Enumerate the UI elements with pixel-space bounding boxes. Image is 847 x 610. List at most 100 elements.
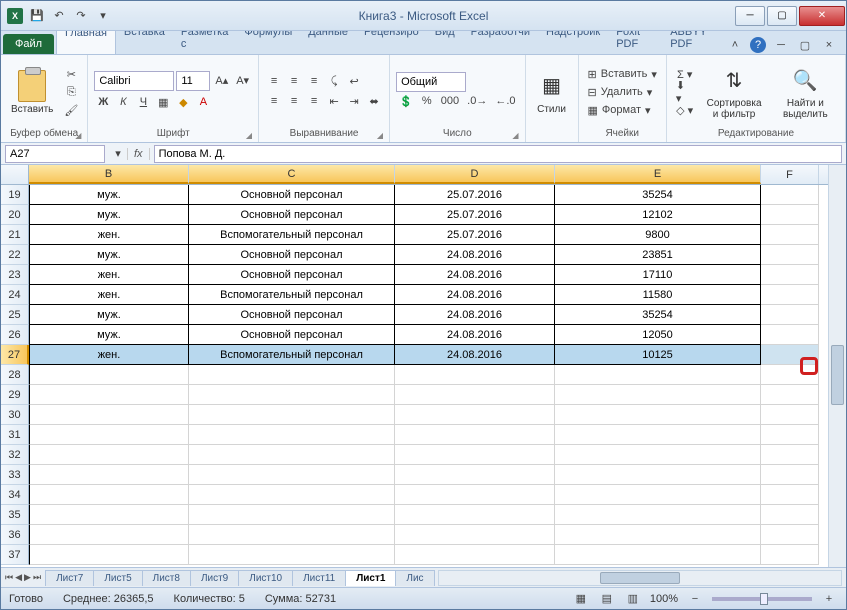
zoom-level[interactable]: 100%	[650, 593, 678, 605]
scroll-thumb[interactable]	[831, 345, 844, 405]
currency-icon[interactable]: 💲	[396, 92, 416, 110]
wrap-text-icon[interactable]: ↩	[345, 72, 363, 90]
cell[interactable]	[555, 385, 761, 405]
row-header[interactable]: 37	[1, 545, 29, 565]
cell[interactable]: 25.07.2016	[395, 185, 555, 205]
cell[interactable]: 24.08.2016	[395, 325, 555, 345]
cell[interactable]: жен.	[29, 265, 189, 285]
row-header[interactable]: 34	[1, 485, 29, 505]
launcher-icon[interactable]: ◢	[377, 131, 383, 140]
increase-font-icon[interactable]: A▴	[212, 71, 231, 89]
font-color-icon[interactable]: A	[194, 93, 212, 111]
cell[interactable]: жен.	[29, 345, 189, 365]
cell[interactable]: 9800	[555, 225, 761, 245]
increase-decimal-icon[interactable]: .0→	[464, 92, 490, 110]
sheet-tab[interactable]: Лист5	[93, 570, 142, 586]
column-header[interactable]: F	[761, 165, 819, 184]
cell[interactable]	[555, 525, 761, 545]
row-header[interactable]: 36	[1, 525, 29, 545]
cell[interactable]	[395, 505, 555, 525]
cell[interactable]: Основной персонал	[189, 265, 395, 285]
cell[interactable]: Основной персонал	[189, 245, 395, 265]
cell[interactable]: Вспомогательный персонал	[189, 225, 395, 245]
scroll-thumb[interactable]	[600, 572, 680, 584]
fx-icon[interactable]: fx	[127, 148, 150, 160]
font-name-combo[interactable]: Calibri	[94, 71, 174, 91]
cell[interactable]	[761, 465, 819, 485]
find-select-button[interactable]: 🔍 Найти и выделить	[772, 62, 839, 122]
cell[interactable]	[761, 185, 819, 205]
cell[interactable]: Основной персонал	[189, 205, 395, 225]
cell[interactable]	[29, 505, 189, 525]
formula-input[interactable]: Попова М. Д.	[154, 145, 842, 163]
cell[interactable]: муж.	[29, 205, 189, 225]
border-icon[interactable]: ▦	[154, 93, 172, 111]
sheet-tab[interactable]: Лист11	[292, 570, 346, 586]
cut-icon[interactable]: ✂	[61, 65, 81, 83]
cell[interactable]	[395, 425, 555, 445]
cell[interactable]: 25.07.2016	[395, 205, 555, 225]
select-all-button[interactable]	[1, 165, 29, 184]
cell[interactable]	[555, 485, 761, 505]
column-header[interactable]: D	[395, 165, 555, 184]
next-sheet-icon[interactable]: ▶	[24, 572, 31, 583]
styles-button[interactable]: ▦ Стили	[532, 68, 572, 117]
first-sheet-icon[interactable]: ⏮	[5, 572, 13, 583]
align-left-icon[interactable]: ≡	[265, 92, 283, 110]
row-header[interactable]: 26	[1, 325, 29, 345]
maximize-button[interactable]: ▢	[767, 6, 797, 26]
format-cells-button[interactable]: ▦ Формат ▾	[585, 101, 660, 119]
sheet-tab[interactable]: Лист9	[190, 570, 239, 586]
page-layout-view-icon[interactable]: ▤	[598, 590, 616, 608]
launcher-icon[interactable]: ◢	[75, 131, 81, 140]
bold-button[interactable]: Ж	[94, 93, 112, 111]
cell[interactable]: 24.08.2016	[395, 265, 555, 285]
cell[interactable]: 11580	[555, 285, 761, 305]
cell[interactable]: Основной персонал	[189, 325, 395, 345]
cell[interactable]: 23851	[555, 245, 761, 265]
cell[interactable]: муж.	[29, 305, 189, 325]
align-middle-icon[interactable]: ≡	[285, 72, 303, 90]
doc-restore-icon[interactable]: ▢	[796, 36, 814, 54]
increase-indent-icon[interactable]: ⇥	[345, 92, 363, 110]
cell[interactable]	[555, 425, 761, 445]
cell[interactable]	[761, 285, 819, 305]
comma-icon[interactable]: 000	[438, 92, 462, 110]
undo-icon[interactable]: ↶	[49, 6, 69, 26]
zoom-slider[interactable]	[712, 597, 812, 601]
cell[interactable]	[761, 225, 819, 245]
row-header[interactable]: 23	[1, 265, 29, 285]
cell[interactable]	[189, 365, 395, 385]
cell[interactable]	[761, 325, 819, 345]
row-header[interactable]: 32	[1, 445, 29, 465]
cell[interactable]	[555, 365, 761, 385]
doc-close-icon[interactable]: ×	[820, 36, 838, 54]
paste-button[interactable]: Вставить	[7, 68, 57, 117]
prev-sheet-icon[interactable]: ◀	[15, 572, 22, 583]
cell[interactable]	[395, 525, 555, 545]
last-sheet-icon[interactable]: ⏭	[33, 572, 41, 583]
horizontal-scrollbar[interactable]	[438, 570, 842, 586]
cells-area[interactable]: муж.Основной персонал25.07.201635254муж.…	[29, 185, 819, 565]
cell[interactable]	[555, 405, 761, 425]
decrease-font-icon[interactable]: A▾	[233, 71, 252, 89]
decrease-decimal-icon[interactable]: ←.0	[492, 92, 518, 110]
cell[interactable]	[761, 305, 819, 325]
cell[interactable]: муж.	[29, 325, 189, 345]
cell[interactable]	[761, 385, 819, 405]
cell[interactable]	[395, 385, 555, 405]
launcher-icon[interactable]: ◢	[512, 131, 518, 140]
cell[interactable]: Основной персонал	[189, 185, 395, 205]
cell[interactable]	[761, 245, 819, 265]
cell[interactable]	[189, 485, 395, 505]
merge-icon[interactable]: ⬌	[365, 92, 383, 110]
cell[interactable]	[189, 445, 395, 465]
cell[interactable]	[555, 505, 761, 525]
row-header[interactable]: 19	[1, 185, 29, 205]
cell[interactable]	[761, 265, 819, 285]
cell[interactable]	[395, 485, 555, 505]
column-header[interactable]: B	[29, 165, 189, 184]
row-header[interactable]: 27	[1, 345, 29, 365]
cell[interactable]: Вспомогательный персонал	[189, 345, 395, 365]
row-header[interactable]: 29	[1, 385, 29, 405]
